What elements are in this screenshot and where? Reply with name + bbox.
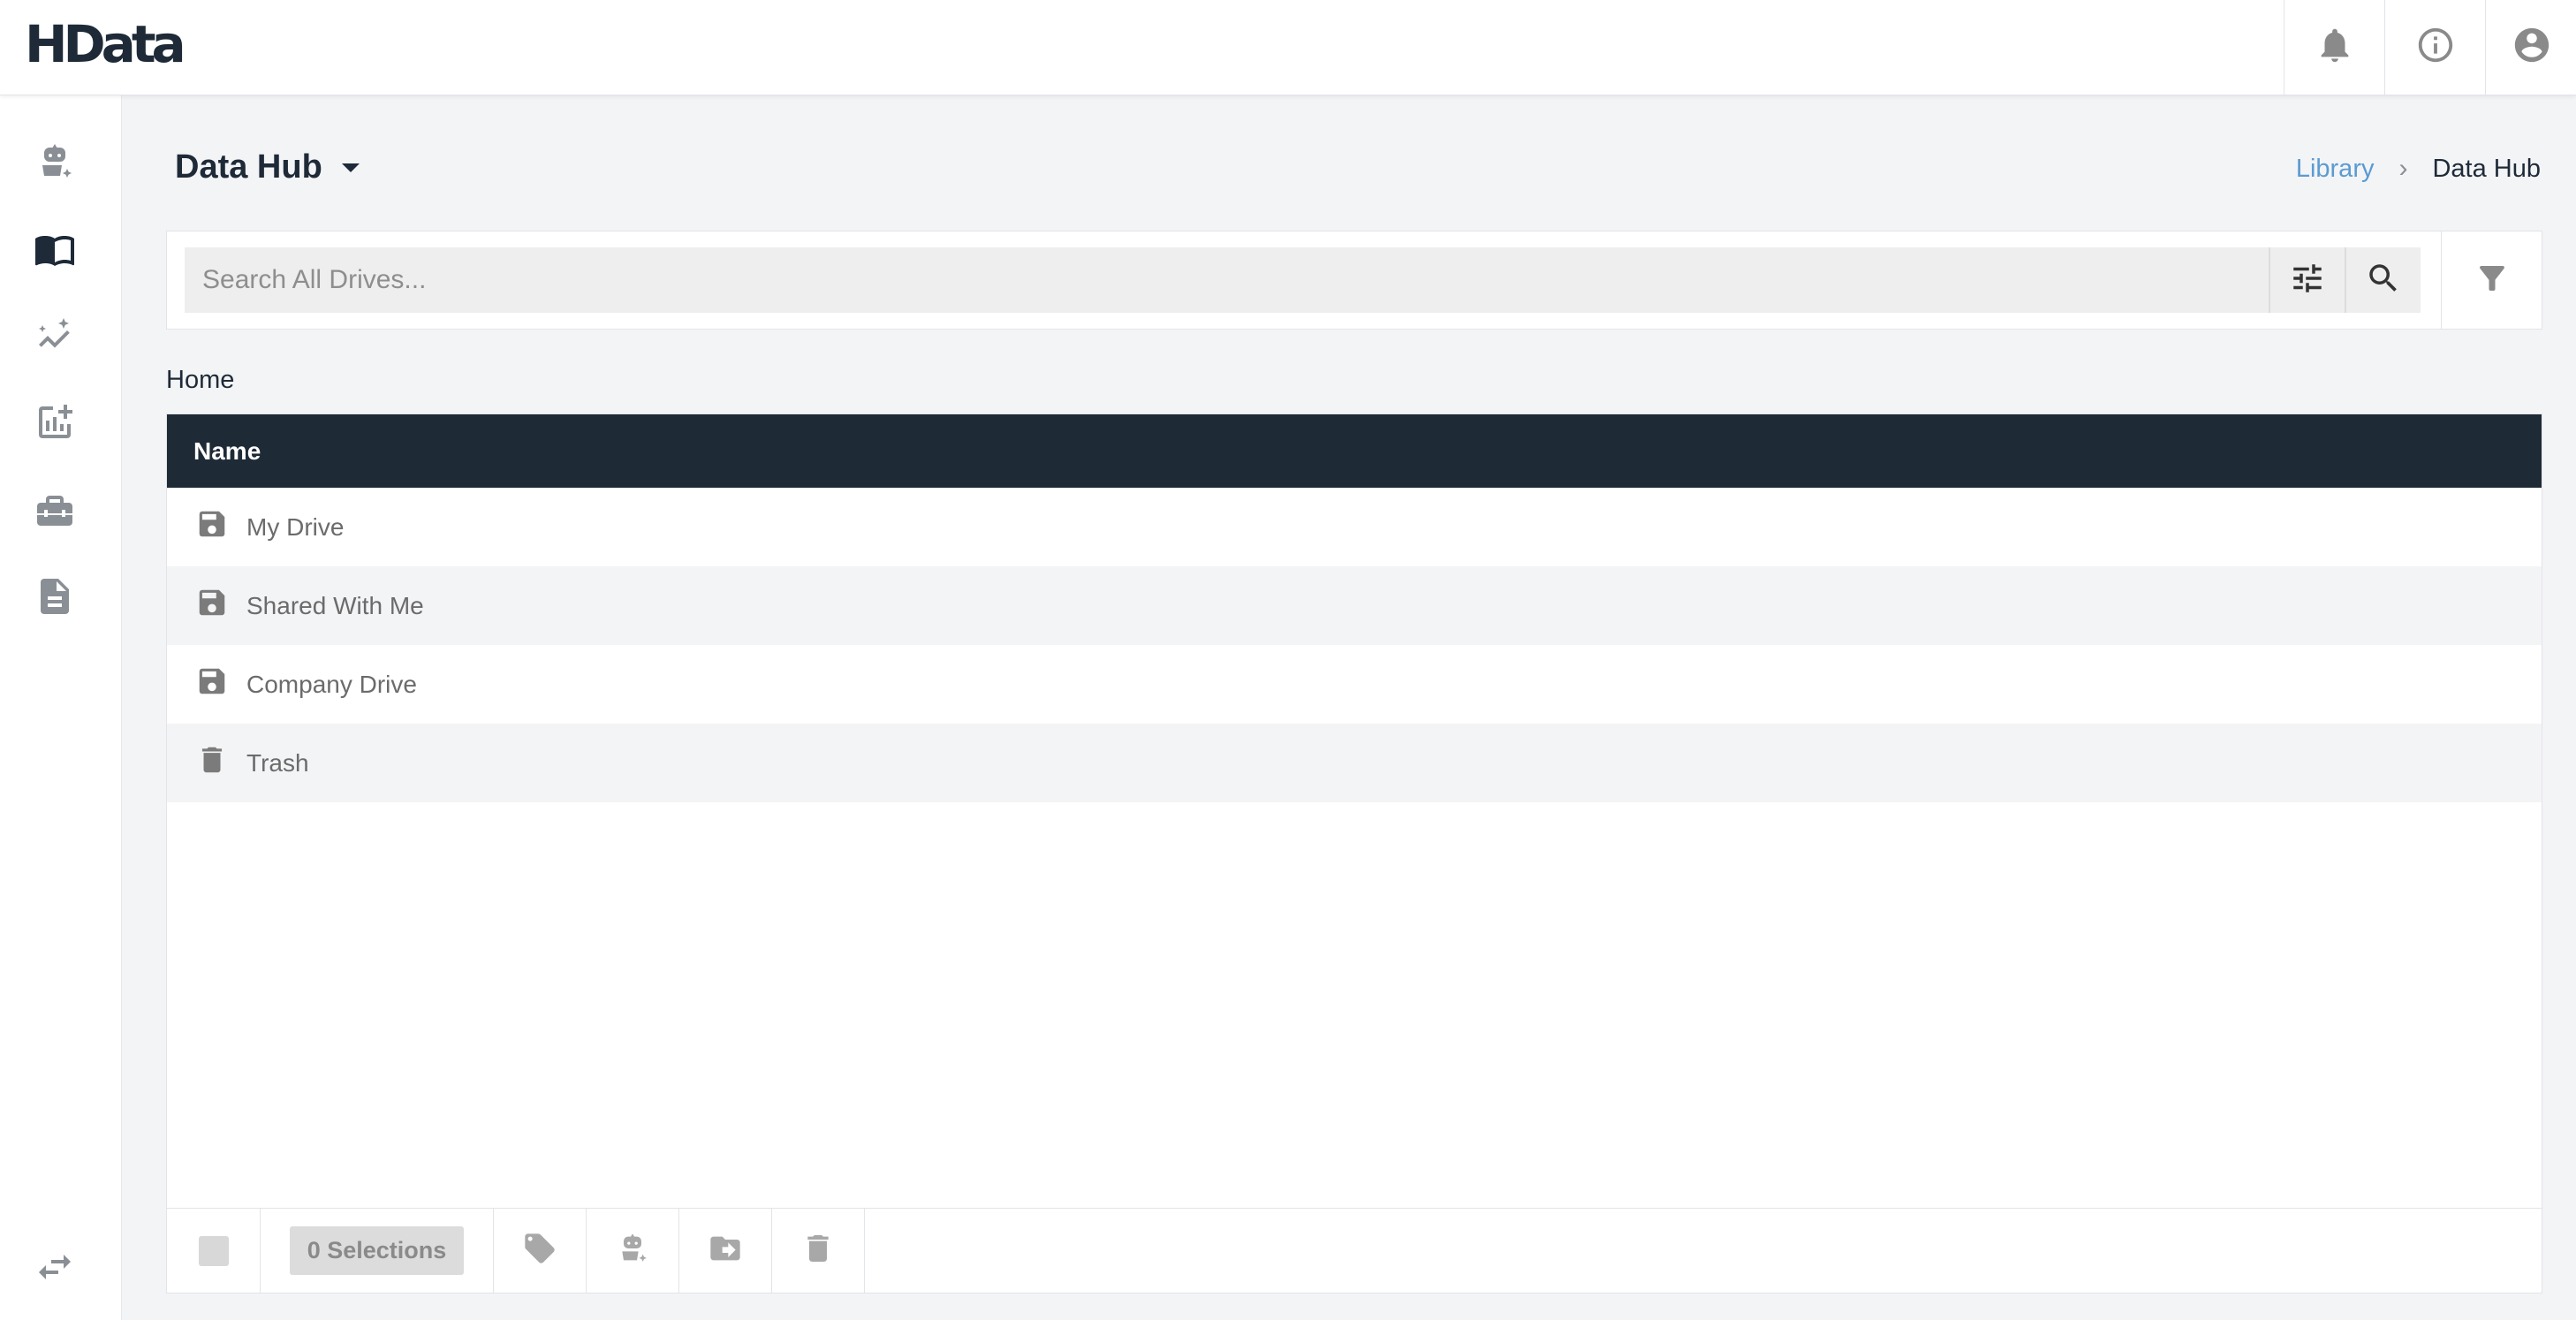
table-row[interactable]: Shared With Me: [167, 566, 2542, 645]
caret-down-icon: [341, 163, 360, 172]
sidebar-item-documents[interactable]: [0, 563, 110, 633]
save-drive-icon: [195, 586, 246, 626]
add-chart-icon: [34, 401, 76, 448]
table-body: My Drive Shared With Me Company Drive Tr…: [167, 488, 2542, 802]
table-row[interactable]: Trash: [167, 724, 2542, 802]
page-title-dropdown[interactable]: Data Hub: [175, 148, 360, 186]
select-all-checkbox-cell: [167, 1208, 261, 1293]
move-to-folder-button[interactable]: [679, 1208, 772, 1293]
search-options-button[interactable]: [2269, 247, 2345, 313]
tune-sliders-icon: [2289, 260, 2326, 301]
breadcrumb: Library › Data Hub: [2296, 154, 2541, 184]
folder-move-icon: [708, 1231, 743, 1271]
library-book-icon: [34, 228, 76, 275]
table-row[interactable]: Company Drive: [167, 645, 2542, 724]
page-title: Data Hub: [175, 148, 322, 186]
row-name: Trash: [246, 748, 309, 777]
sidebar: [0, 95, 122, 1320]
filter-button[interactable]: [2441, 231, 2542, 329]
search-icon: [2365, 260, 2402, 301]
selection-count-badge: 0 Selections: [289, 1226, 465, 1275]
breadcrumb-current: Data Hub: [2432, 154, 2541, 183]
account-button[interactable]: [2485, 0, 2576, 95]
sidebar-item-analytics[interactable]: [0, 302, 110, 373]
sidebar-item-reports[interactable]: [0, 389, 110, 459]
breadcrumb-library-link[interactable]: Library: [2296, 155, 2375, 184]
account-icon: [2512, 25, 2552, 70]
select-all-checkbox[interactable]: [198, 1235, 229, 1266]
selection-toolbar: 0 Selections: [167, 1208, 2542, 1293]
sidebar-item-assistant[interactable]: [0, 128, 110, 199]
table-row[interactable]: My Drive: [167, 488, 2542, 566]
document-icon: [34, 575, 76, 622]
current-folder-label: Home: [166, 366, 235, 394]
info-button[interactable]: [2384, 0, 2485, 95]
trash-icon: [800, 1231, 836, 1271]
breadcrumb-separator: ›: [2398, 154, 2408, 183]
row-name: Shared With Me: [246, 591, 424, 619]
swap-arrows-icon: [34, 1246, 76, 1293]
sidebar-item-tools[interactable]: [0, 476, 110, 547]
search-panel: [166, 231, 2542, 330]
sidebar-toggle-button[interactable]: [0, 1233, 110, 1304]
app-logo[interactable]: HData: [25, 19, 186, 70]
bell-icon: [2315, 25, 2355, 70]
info-icon: [2415, 25, 2456, 70]
notifications-button[interactable]: [2284, 0, 2384, 95]
top-bar: HData: [0, 0, 2576, 95]
row-name: Company Drive: [246, 670, 417, 698]
trash-icon: [195, 743, 246, 783]
sidebar-item-library[interactable]: [0, 216, 110, 286]
save-drive-icon: [195, 664, 246, 704]
search-input[interactable]: [185, 247, 2269, 313]
analytics-sparkle-icon: [34, 315, 76, 361]
selection-count-cell: 0 Selections: [261, 1208, 494, 1293]
robot-assistant-icon: [34, 140, 76, 187]
assistant-action-button[interactable]: [587, 1208, 679, 1293]
robot-assistant-icon: [615, 1231, 650, 1271]
drives-table: Name My Drive Shared With Me Company Dri…: [166, 413, 2542, 1293]
toolbox-icon: [34, 489, 76, 535]
tag-button[interactable]: [494, 1208, 587, 1293]
delete-button[interactable]: [772, 1208, 865, 1293]
tag-icon: [522, 1231, 557, 1271]
search-submit-button[interactable]: [2345, 247, 2421, 313]
filter-funnel-icon: [2474, 260, 2511, 301]
row-name: My Drive: [246, 512, 345, 541]
column-header-name: Name: [193, 436, 261, 465]
table-header[interactable]: Name: [167, 414, 2542, 488]
save-drive-icon: [195, 507, 246, 547]
